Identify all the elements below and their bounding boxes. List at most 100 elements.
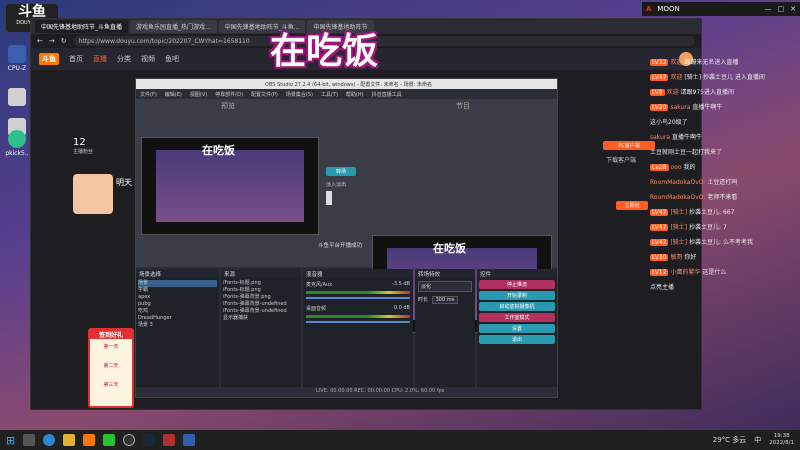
preview-screen[interactable]: 在吃饭 [141,137,319,235]
chat-msg: 点亮主播 [650,284,675,291]
chat-msg: RoomMadokaOvO: 老师不来看 [650,194,738,201]
source-item[interactable]: iFonts-标题.png [223,280,299,287]
forward-icon[interactable]: → [49,37,55,45]
mixer-desktop-name: 桌面音频 [306,306,327,312]
nav-fishbar[interactable]: 鱼吧 [165,54,179,64]
source-item[interactable]: iFonts-标题.png [223,287,299,294]
tab-1[interactable]: 游戏鱼乐园直播_热门游戏... [130,20,217,33]
gift-day1[interactable]: 第一天 [90,343,132,350]
chat-msg: sakura 直播牛啊牛 [650,134,702,141]
program-label: 节目 [456,102,470,110]
gift-panel: 签到好礼 第一天 第二天 第三天 [88,328,134,408]
chat-msg: LV12 小鹰的繁华 这是什么 [650,269,727,276]
mixer-dock: 混音器 麦克风/Aux -3.5 dB 桌面音频 0.0 dB [303,269,413,387]
obs-icon[interactable] [123,434,136,446]
transition-slider[interactable] [326,191,332,205]
menu-scene-collection[interactable]: 场景集合(S) [286,91,313,98]
windows-start-icon[interactable]: ⊞ [6,434,15,447]
nav-category[interactable]: 分类 [117,54,131,64]
douyu-icon[interactable] [83,434,96,446]
stop-stream-button[interactable]: 停止推流 [479,280,555,289]
douyu-logo[interactable]: 斗鱼 [39,53,59,65]
source-item[interactable]: iFonts-弹幕背景-undefined [223,308,299,315]
chat-msg: 这小鸟20级了 [650,119,688,126]
status-message: 斗鱼平台开播成功 [318,243,363,249]
transition-label: 淡入淡出 [326,182,347,188]
scene-item[interactable]: 学霸 [138,287,217,294]
exit-button[interactable]: 退出 [479,335,555,344]
file-icon [8,88,26,106]
weather-text[interactable]: 29°C 多云 [713,435,747,445]
pc-client-button[interactable]: PC客户端 [603,141,655,150]
nav-live[interactable]: 直播 [93,54,107,64]
search-icon[interactable] [23,434,36,446]
menu-file[interactable]: 文件(F) [140,91,157,98]
mixer-mic-slider[interactable] [306,297,410,299]
tab-0[interactable]: 中国先锋基地助阵节_斗鱼直播 [35,20,129,33]
menu-edit[interactable]: 编辑(E) [165,91,182,98]
transition-select[interactable]: 淡化 [418,281,472,292]
transition-button[interactable]: 转场 [326,167,356,176]
minimize-icon[interactable]: — [765,5,772,13]
desktop-icon-pkick[interactable]: pkick5.. [4,130,30,157]
explorer-icon[interactable] [63,434,76,446]
scene-item[interactable]: 吃鸡 [138,308,217,315]
gift-day2[interactable]: 第二天 [90,362,132,369]
gift-day3[interactable]: 第三天 [90,381,132,388]
steam-icon[interactable] [143,434,156,446]
menu-profile[interactable]: 配置文件(P) [251,91,278,98]
mixer-mic-name: 麦克风/Aux [306,282,333,288]
wechat-icon[interactable] [103,434,116,446]
transition-dock: 转场特效 淡化 时长 300 ms [415,269,475,387]
app-icon[interactable] [183,434,196,446]
enter-button[interactable]: 立即抢 [616,201,648,210]
program-overlay-title: 在吃饭 [433,242,466,255]
ime-indicator[interactable]: 中 [754,435,761,445]
scenes-dock: 场景选择 场景 学霸 apex pubg 吃鸡 DreadHunger 场景 3 [136,269,219,387]
nav-video[interactable]: 视频 [141,54,155,64]
close-icon[interactable]: ✕ [790,5,796,13]
desktop-icon-file1[interactable] [4,88,30,108]
menu-help[interactable]: 帮助(H) [346,91,364,98]
back-icon[interactable]: ← [37,37,43,45]
reload-icon[interactable]: ↻ [61,37,67,45]
user-name: MOON [657,5,680,13]
start-record-button[interactable]: 开始录制 [479,291,555,300]
gift-title: 签到好礼 [90,330,132,339]
source-item[interactable]: iFonts-弹幕背景.png [223,294,299,301]
scene-item[interactable]: pubg [138,301,217,308]
cpuz-icon [8,45,26,63]
address-input[interactable]: https://www.douyu.com/topic/202207_CWYha… [72,36,695,46]
mixer-mic-db: -3.5 dB [392,281,410,287]
chat-msg: RoomMadokaOvO: 土豆还打吗 [650,179,738,186]
duration-input[interactable]: 300 ms [431,296,459,304]
mixer-desktop-db: 0.0 dB [393,305,410,311]
virtual-camera-button[interactable]: 启动虚拟摄像机 [479,302,555,311]
scene-item[interactable]: apex [138,294,217,301]
mixer-desktop-slider[interactable] [306,321,410,323]
sources-list: iFonts-标题.png iFonts-标题.png iFonts-弹幕背景.… [221,278,301,324]
obs-preview-area: 预览 节目 在吃饭 在吃饭 转场 淡入淡出 斗鱼平台开播成功 [136,99,557,333]
sources-dock: 来源 iFonts-标题.png iFonts-标题.png iFonts-弹幕… [221,269,301,387]
app-icon[interactable] [163,434,176,446]
scene-item[interactable]: DreadHunger [138,315,217,322]
obs-window: OBS Studio 27.2.4 (64-bit, windows) - 配置… [135,78,558,398]
desktop-icon-cpuz[interactable]: CPU-Z [4,45,30,72]
streamer-avatar[interactable] [73,174,113,214]
controls-dock: 控件 停止推流 开始录制 启动虚拟摄像机 工作室模式 设置 退出 [477,269,557,387]
menu-tools[interactable]: 工具(T) [321,91,338,98]
source-item[interactable]: 显示器捕获 [223,315,299,322]
maximize-icon[interactable]: □ [778,5,785,13]
duration-label: 时长 [418,297,429,303]
studio-mode-button[interactable]: 工作室模式 [479,313,555,322]
menu-docks[interactable]: 停靠部件(D) [215,91,243,98]
settings-button[interactable]: 设置 [479,324,555,333]
clock[interactable]: 19:38 2022/8/1 [769,433,794,447]
menu-douyin[interactable]: 抖音直播工具 [372,91,402,98]
nav-home[interactable]: 首页 [69,54,83,64]
edge-icon[interactable] [43,434,56,446]
scene-item[interactable]: 场景 3 [138,322,217,329]
scene-item[interactable]: 场景 [138,280,217,287]
source-item[interactable]: iFonts-弹幕背景-undefined [223,301,299,308]
menu-view[interactable]: 视图(V) [190,91,207,98]
